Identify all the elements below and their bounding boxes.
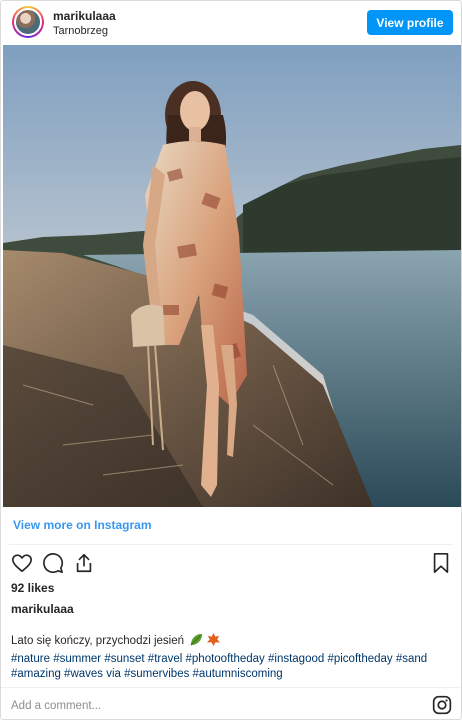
instagram-icon: [432, 695, 452, 715]
caption-text: Lato się kończy, przychodzi jesień: [11, 635, 185, 647]
post-header: marikulaaa Tarnobrzeg View profile: [1, 1, 461, 45]
divider: [9, 544, 453, 545]
autumn-leaf-emoji-icon: [206, 632, 221, 652]
view-profile-button[interactable]: View profile: [367, 10, 453, 35]
bookmark-icon: [433, 553, 449, 573]
leaf-emoji-icon: [189, 632, 204, 652]
instagram-embed-card: marikulaaa Tarnobrzeg View profile View …: [0, 0, 462, 720]
avatar-image: [14, 8, 42, 36]
avatar[interactable]: [12, 6, 44, 38]
likes-count[interactable]: 92 likes: [11, 581, 54, 595]
photo-image: [3, 45, 461, 507]
username[interactable]: marikulaaa: [53, 9, 116, 23]
comment-button[interactable]: [41, 551, 65, 575]
like-button[interactable]: [10, 551, 34, 575]
comment-bubble-icon: [43, 553, 64, 574]
instagram-logo-button[interactable]: [432, 695, 452, 715]
heart-icon: [12, 554, 32, 573]
add-comment-input[interactable]: [11, 698, 391, 714]
save-button[interactable]: [429, 551, 453, 575]
share-icon: [76, 553, 92, 573]
caption-username[interactable]: marikulaaa: [11, 602, 74, 616]
caption: Lato się kończy, przychodzi jesień #natu…: [11, 632, 455, 682]
location[interactable]: Tarnobrzeg: [53, 25, 108, 37]
hashtags[interactable]: #nature #summer #sunset #travel #photoof…: [11, 653, 427, 680]
view-more-link[interactable]: View more on Instagram: [13, 518, 152, 532]
share-button[interactable]: [72, 551, 96, 575]
post-photo[interactable]: [3, 45, 461, 507]
divider: [1, 687, 461, 688]
